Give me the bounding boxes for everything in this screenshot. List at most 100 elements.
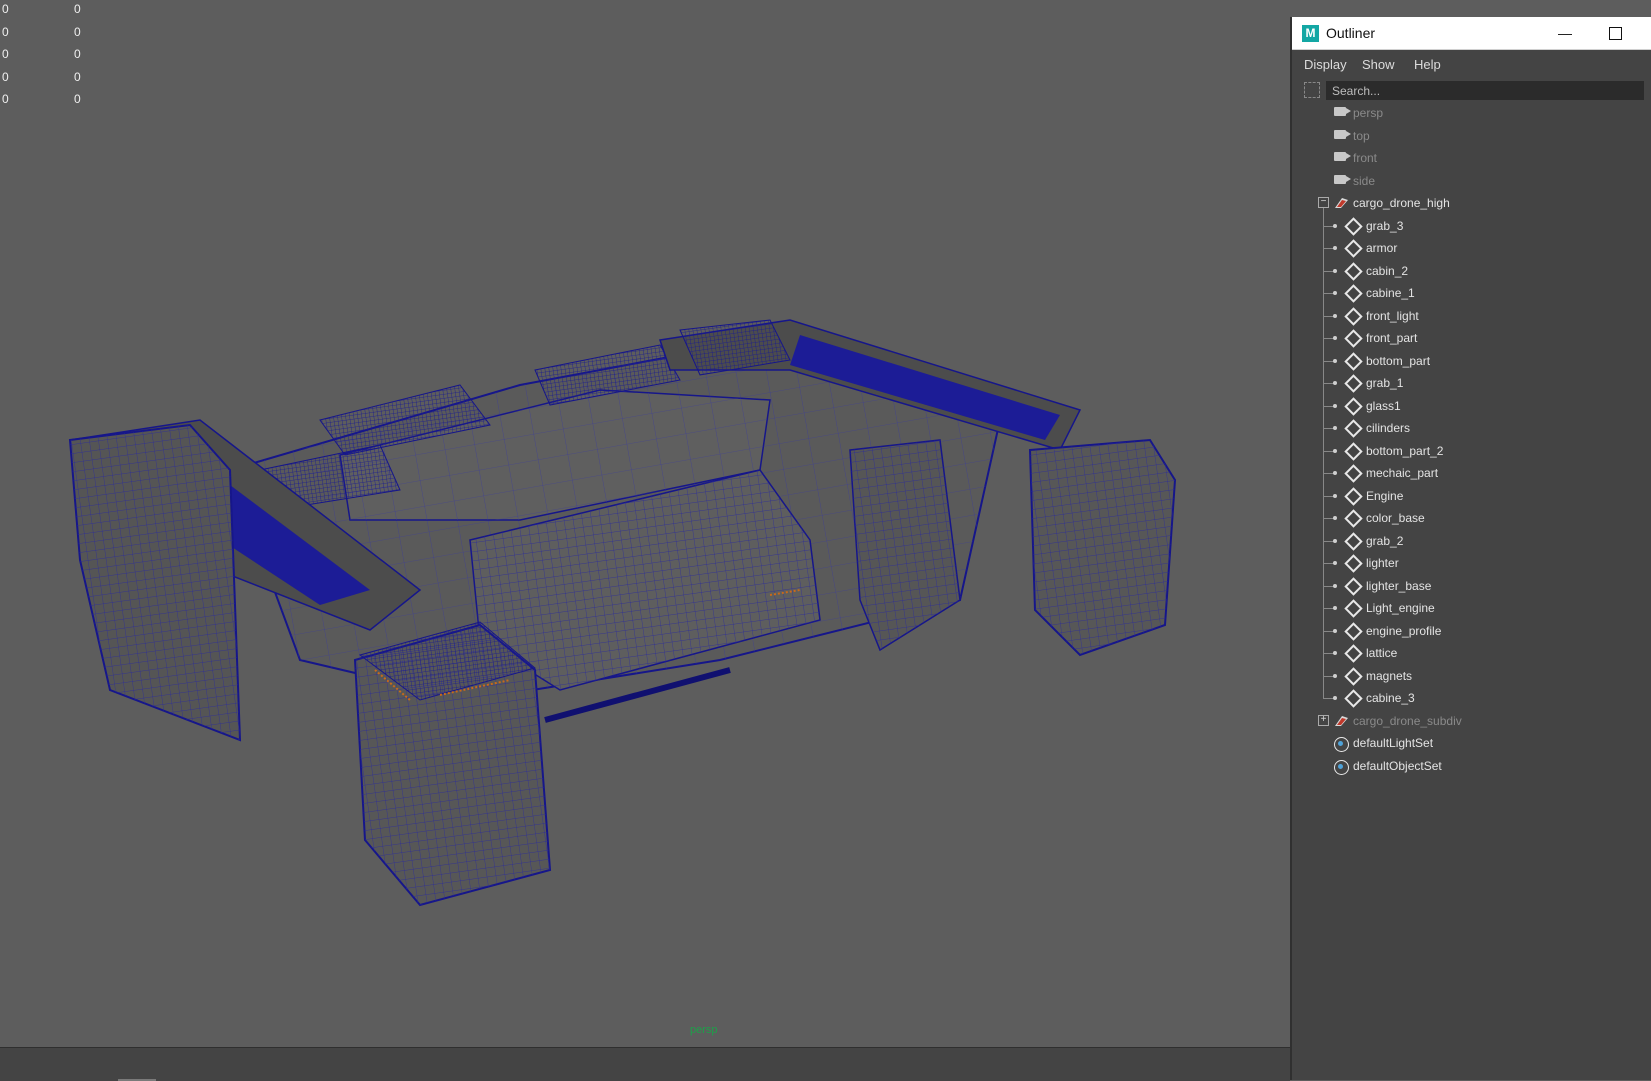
menu-display[interactable]: Display bbox=[1304, 57, 1347, 72]
outliner-item-grab-2[interactable]: grab_2 bbox=[1292, 530, 1651, 553]
mesh-icon bbox=[1344, 644, 1363, 663]
visibility-dot bbox=[1333, 606, 1337, 610]
drone-body bbox=[68, 319, 1177, 907]
outliner-item-persp[interactable]: persp bbox=[1292, 102, 1651, 125]
camera-icon bbox=[1334, 152, 1351, 161]
outliner-item-front-light[interactable]: front_light bbox=[1292, 305, 1651, 328]
mesh-icon bbox=[1344, 351, 1363, 371]
outliner-item-magnets[interactable]: magnets bbox=[1292, 665, 1651, 688]
visibility-dot bbox=[1333, 223, 1337, 228]
visibility-dot bbox=[1333, 291, 1337, 295]
visibility-dot bbox=[1333, 628, 1337, 633]
expand-toggle[interactable]: + bbox=[1318, 714, 1329, 726]
outliner-item-label: grab_3 bbox=[1366, 218, 1404, 233]
outliner-item-grab-1[interactable]: grab_1 bbox=[1292, 372, 1651, 395]
outliner-item-label: top bbox=[1353, 128, 1370, 143]
menu-help[interactable]: Help bbox=[1414, 57, 1441, 72]
visibility-dot bbox=[1333, 448, 1337, 453]
visibility-dot bbox=[1333, 313, 1337, 318]
outliner-item-cabine-1[interactable]: cabine_1 bbox=[1292, 282, 1651, 305]
visibility-dot bbox=[1333, 403, 1337, 408]
visibility-dot bbox=[1333, 381, 1337, 385]
outliner-item-lattice[interactable]: lattice bbox=[1292, 642, 1651, 665]
minimize-button[interactable]: — bbox=[1542, 17, 1588, 49]
outliner-item-label: Light_engine bbox=[1366, 601, 1435, 615]
outliner-item-label: persp bbox=[1353, 106, 1384, 120]
outliner-item-label: magnets bbox=[1366, 668, 1413, 683]
outliner-item-engine-profile[interactable]: engine_profile bbox=[1292, 620, 1651, 643]
outliner-item-label: lattice bbox=[1366, 646, 1398, 660]
outliner-item-side[interactable]: side bbox=[1292, 170, 1651, 193]
outliner-item-label: defaultObjectSet bbox=[1353, 758, 1442, 773]
outliner-item-bottom-part-2[interactable]: bottom_part_2 bbox=[1292, 440, 1651, 463]
outliner-item-light-engine[interactable]: Light_engine bbox=[1292, 597, 1651, 620]
outliner-item-label: mechaic_part bbox=[1366, 466, 1439, 480]
outliner-item-lighter[interactable]: lighter bbox=[1292, 552, 1651, 575]
outliner-item-label: front bbox=[1353, 151, 1378, 165]
mesh-icon bbox=[1344, 554, 1363, 573]
outliner-item-label: side bbox=[1353, 173, 1376, 188]
outliner-item-armor[interactable]: armor bbox=[1292, 237, 1651, 260]
outliner-item-defaultlightset[interactable]: defaultLightSet bbox=[1292, 732, 1651, 755]
collapse-toggle[interactable]: − bbox=[1318, 197, 1329, 208]
visibility-dot bbox=[1333, 268, 1337, 273]
window-title: Outliner bbox=[1326, 25, 1376, 41]
outliner-item-bottom-part[interactable]: bottom_part bbox=[1292, 350, 1651, 373]
visibility-dot bbox=[1333, 426, 1337, 430]
outliner-item-front[interactable]: front bbox=[1292, 147, 1651, 170]
mesh-icon bbox=[1344, 464, 1363, 483]
outliner-item-label: bottom_part bbox=[1366, 353, 1431, 368]
outliner-item-cilinders[interactable]: cilinders bbox=[1292, 417, 1651, 440]
outliner-item-label: cabine_1 bbox=[1366, 286, 1415, 300]
outliner-item-label: color_base bbox=[1366, 511, 1425, 525]
object-set-icon bbox=[1334, 759, 1349, 775]
filter-icon[interactable] bbox=[1304, 82, 1320, 98]
visibility-dot bbox=[1333, 516, 1337, 520]
maximize-button[interactable] bbox=[1592, 17, 1638, 49]
outliner-titlebar[interactable]: M Outliner — bbox=[1292, 17, 1651, 50]
viewport-persp[interactable]: 0000000000 persp bbox=[0, 0, 1288, 1047]
visibility-dot bbox=[1333, 246, 1337, 250]
mesh-icon bbox=[1344, 509, 1363, 528]
tree-branch-line bbox=[1323, 208, 1324, 698]
mesh-icon bbox=[1344, 576, 1363, 596]
outliner-item-label: front_light bbox=[1366, 308, 1419, 323]
outliner-search-row bbox=[1292, 80, 1651, 102]
visibility-dot bbox=[1333, 673, 1337, 678]
camera-icon bbox=[1334, 129, 1351, 139]
mesh-icon bbox=[1344, 329, 1363, 348]
outliner-item-grab-3[interactable]: grab_3 bbox=[1292, 215, 1651, 238]
menu-show[interactable]: Show bbox=[1362, 57, 1395, 72]
outliner-item-label: bottom_part_2 bbox=[1366, 443, 1444, 458]
search-input[interactable] bbox=[1326, 81, 1644, 100]
outliner-item-lighter-base[interactable]: lighter_base bbox=[1292, 575, 1651, 598]
outliner-item-cabine-3[interactable]: cabine_3 bbox=[1292, 687, 1651, 710]
outliner-item-mechaic-part[interactable]: mechaic_part bbox=[1292, 462, 1651, 485]
time-slider[interactable] bbox=[0, 1047, 1290, 1081]
mesh-icon bbox=[1344, 531, 1363, 551]
outliner-window: M Outliner — Display Show Help persp top f… bbox=[1290, 17, 1651, 1080]
outliner-item-cabin-2[interactable]: cabin_2 bbox=[1292, 260, 1651, 283]
outliner-item-label: glass1 bbox=[1366, 398, 1401, 413]
outliner-item-engine[interactable]: Engine bbox=[1292, 485, 1651, 508]
outliner-item-label: grab_2 bbox=[1366, 533, 1404, 548]
outliner-item-label: cargo_drone_high bbox=[1353, 196, 1450, 210]
camera-label: persp bbox=[690, 1024, 718, 1036]
outliner-item-front-part[interactable]: front_part bbox=[1292, 327, 1651, 350]
mesh-icon bbox=[1344, 374, 1363, 393]
outliner-item-label: cilinders bbox=[1366, 421, 1411, 435]
object-set-icon bbox=[1334, 737, 1349, 752]
outliner-item-cargo-drone-high[interactable]: − cargo_drone_high bbox=[1292, 192, 1651, 215]
outliner-item-defaultobjectset[interactable]: defaultObjectSet bbox=[1292, 755, 1651, 778]
mesh-icon bbox=[1344, 261, 1363, 281]
outliner-item-label: front_part bbox=[1366, 331, 1418, 345]
visibility-dot bbox=[1333, 493, 1337, 498]
mesh-icon bbox=[1344, 666, 1363, 686]
cargo-drone-wireframe[interactable] bbox=[0, 0, 1288, 1047]
maximize-icon bbox=[1608, 27, 1622, 40]
outliner-item-color-base[interactable]: color_base bbox=[1292, 507, 1651, 530]
outliner-item-top[interactable]: top bbox=[1292, 125, 1651, 148]
outliner-item-glass1[interactable]: glass1 bbox=[1292, 395, 1651, 418]
outliner-item-cargo-drone-subdiv[interactable]: + cargo_drone_subdiv bbox=[1292, 710, 1651, 733]
outliner-item-label: defaultLightSet bbox=[1353, 736, 1434, 750]
